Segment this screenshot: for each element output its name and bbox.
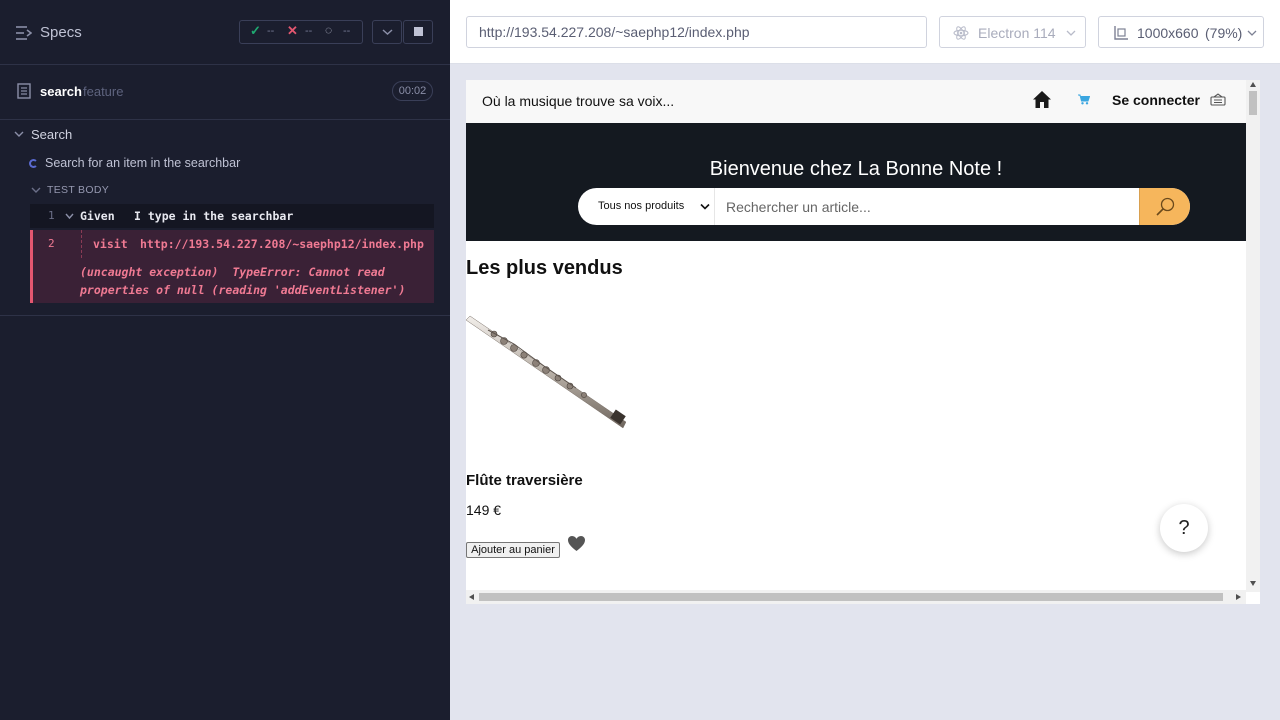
- suite-row[interactable]: Search: [0, 125, 450, 145]
- viewport-icon: [1114, 26, 1128, 40]
- test-body-label: TEST BODY: [47, 184, 110, 196]
- test-body-row[interactable]: TEST BODY: [0, 181, 450, 199]
- chevron-down-icon: [31, 187, 41, 193]
- spinner-icon: ◌: [325, 23, 333, 37]
- reporter-header: Specs ✓ -- ✕ -- ◌ --: [0, 0, 450, 65]
- document-icon: [17, 83, 31, 99]
- product-image[interactable]: [466, 304, 626, 432]
- command-number: 2: [48, 237, 55, 250]
- scroll-down-icon[interactable]: [1250, 581, 1256, 586]
- scroll-right-icon[interactable]: [1236, 594, 1241, 600]
- hero-title: Bienvenue chez La Bonne Note !: [709, 158, 1003, 180]
- scroll-left-icon[interactable]: [469, 594, 474, 600]
- product-price: 149 €: [466, 502, 502, 518]
- app-iframe: Où la musique trouve sa voix... Se conne…: [466, 80, 1260, 604]
- specs-icon[interactable]: [16, 24, 32, 42]
- horizontal-scrollbar[interactable]: [466, 590, 1246, 604]
- scrollbar-thumb[interactable]: [1249, 91, 1257, 115]
- viewport-zoom: (79%): [1205, 25, 1243, 41]
- chevron-down-icon: [14, 131, 24, 137]
- spec-extension: feature: [83, 84, 124, 99]
- spec-duration: 00:02: [392, 81, 433, 101]
- viewport-size: 1000x660: [1137, 25, 1199, 41]
- hero-banner: Bienvenue chez La Bonne Note ! Tous nos …: [466, 123, 1246, 241]
- vertical-scrollbar[interactable]: [1246, 80, 1260, 592]
- test-row[interactable]: Search for an item in the searchbar: [0, 153, 450, 173]
- aut-header: http://193.54.227.208/~saephp12/index.ph…: [450, 0, 1280, 64]
- chevron-down-icon: [700, 203, 710, 210]
- command-keyword: Given: [80, 209, 115, 223]
- search-input[interactable]: Rechercher un article...: [726, 199, 871, 215]
- toggle-auto-scroll-button[interactable]: [372, 20, 402, 44]
- site-navbar: Où la musique trouve sa voix... Se conne…: [466, 80, 1246, 123]
- stop-icon: [414, 27, 423, 36]
- command-indent-line: [81, 230, 82, 258]
- check-icon: ✓: [250, 23, 261, 38]
- error-message: (uncaught exception) TypeError: Cannot r…: [80, 265, 406, 297]
- passed-count: --: [267, 25, 275, 37]
- test-stats: ✓ -- ✕ -- ◌ --: [239, 20, 363, 44]
- home-icon[interactable]: [1032, 90, 1052, 109]
- command-number: 1: [48, 209, 55, 222]
- viewport-selector[interactable]: 1000x660 (79%): [1098, 16, 1264, 48]
- suite-label: Search: [31, 127, 73, 142]
- command-keyword: visit: [93, 237, 128, 251]
- search-button[interactable]: [1139, 188, 1190, 225]
- spec-name: search: [40, 84, 82, 99]
- reporter-panel: Specs ✓ -- ✕ -- ◌ -- search feature 00:0…: [0, 0, 450, 720]
- search-icon: [1156, 197, 1175, 216]
- stop-button[interactable]: [403, 20, 433, 44]
- login-link[interactable]: Se connecter: [1112, 92, 1200, 108]
- category-select[interactable]: Tous nos produits: [578, 188, 715, 225]
- x-icon: ✕: [287, 23, 298, 38]
- test-label: Search for an item in the searchbar: [45, 156, 241, 170]
- help-button[interactable]: ?: [1160, 504, 1208, 552]
- cart-icon[interactable]: [1078, 94, 1090, 105]
- divider: [0, 315, 450, 316]
- electron-icon: [953, 26, 969, 40]
- chevron-down-icon: [1066, 30, 1076, 36]
- failed-count: --: [305, 25, 313, 37]
- scrollbar-thumb[interactable]: [479, 593, 1223, 601]
- scroll-up-icon[interactable]: [1250, 82, 1256, 87]
- chevron-down-icon: [65, 213, 74, 220]
- url-bar[interactable]: http://193.54.227.208/~saephp12/index.ph…: [466, 16, 927, 48]
- language-icon[interactable]: [1210, 93, 1226, 106]
- browser-selector[interactable]: Electron 114: [939, 16, 1086, 48]
- command-url: http://193.54.227.208/~saephp12/index.ph…: [140, 237, 424, 251]
- add-to-cart-button[interactable]: Ajouter au panier: [466, 542, 560, 558]
- heart-icon[interactable]: [567, 535, 586, 552]
- section-title: Les plus vendus: [466, 257, 623, 279]
- pending-count: --: [343, 25, 351, 37]
- spinner-icon: [29, 159, 38, 168]
- search-bar: Tous nos produits Rechercher un article.…: [578, 188, 1190, 225]
- command-row[interactable]: 1 Given I type in the searchbar: [30, 204, 434, 228]
- chevron-down-icon: [1247, 30, 1257, 36]
- failed-command-block[interactable]: 2 visit http://193.54.227.208/~saephp12/…: [30, 230, 434, 303]
- specs-title[interactable]: Specs: [40, 24, 82, 41]
- command-message: I type in the searchbar: [134, 209, 294, 223]
- chevron-down-icon: [382, 29, 393, 36]
- browser-label: Electron 114: [978, 25, 1056, 41]
- spec-row[interactable]: search feature 00:02: [0, 65, 450, 120]
- site-tagline: Où la musique trouve sa voix...: [482, 93, 675, 109]
- product-name[interactable]: Flûte traversière: [466, 472, 583, 489]
